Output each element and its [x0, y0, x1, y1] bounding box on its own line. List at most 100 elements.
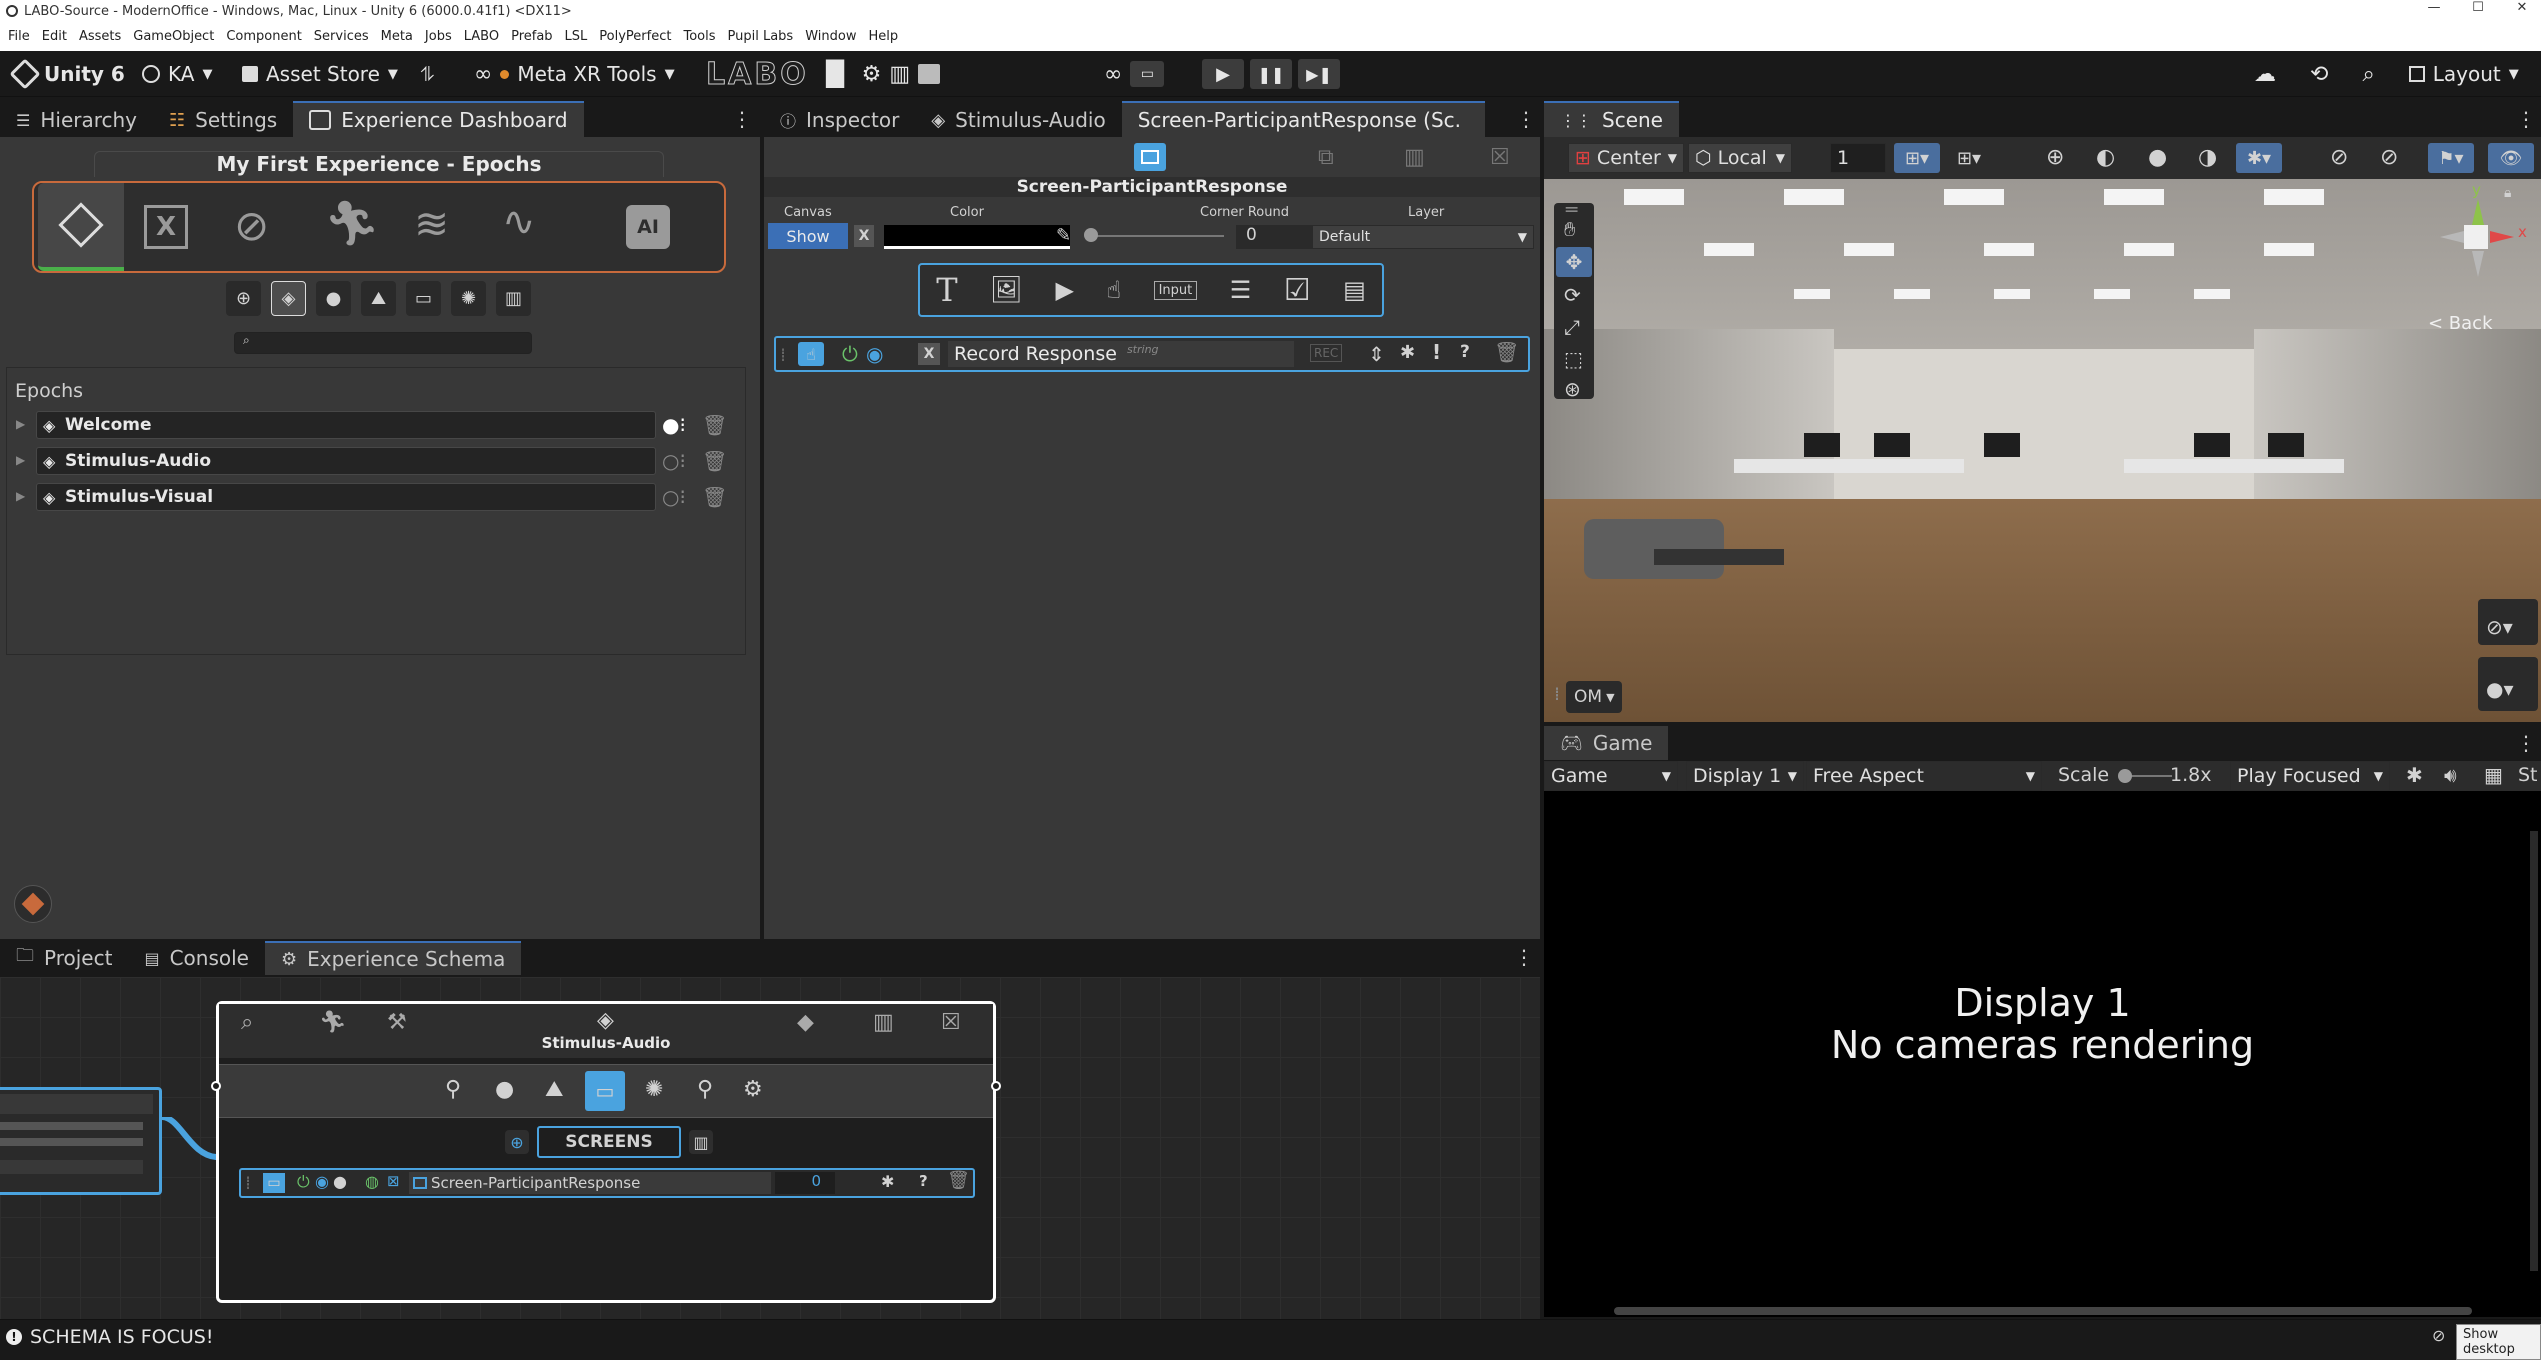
node-input-port[interactable] — [211, 1081, 221, 1091]
menu-edit[interactable]: Edit — [42, 29, 67, 44]
checkbox-element-icon[interactable]: ☑ — [1284, 273, 1311, 308]
play-button[interactable]: ▶ — [1202, 59, 1244, 89]
gizmo-y-axis[interactable] — [2472, 199, 2484, 225]
element-x-button[interactable]: X — [918, 343, 940, 365]
scale-slider-handle[interactable] — [2118, 769, 2132, 783]
pause-button[interactable]: ❚❚ — [1250, 59, 1292, 89]
color-field[interactable] — [884, 225, 1070, 249]
epochs-mode-button[interactable] — [38, 183, 124, 271]
rotate-tool-icon[interactable]: ⟳ — [1564, 283, 1581, 307]
schema-canvas[interactable]: ⌕ 🏃︎ ⚒ ◈ Stimulus-Audio ◆ ▥ ☒ ⚲ ● ⛰ ▭ ✺ … — [0, 977, 1540, 1319]
cloud-icon[interactable]: ☁ — [2254, 62, 2276, 87]
move-tool-icon[interactable]: ✥ — [1556, 247, 1592, 277]
gizmo-neg-x-axis[interactable] — [2440, 231, 2464, 243]
schema-node-stimulus-audio[interactable]: ⌕ 🏃︎ ⚒ ◈ Stimulus-Audio ◆ ▥ ☒ ⚲ ● ⛰ ▭ ✺ … — [216, 1001, 996, 1303]
pivot-dropdown[interactable]: ⊞ Center ▼ — [1568, 143, 1684, 173]
light-icon[interactable]: ✺ — [645, 1077, 663, 1102]
screen-help-button[interactable]: ? — [919, 1172, 928, 1190]
effects-icon[interactable]: ✱▾ — [2236, 143, 2282, 173]
menu-gameobject[interactable]: GameObject — [133, 29, 214, 44]
library-icon[interactable]: ▥ — [889, 62, 910, 87]
tools-icon[interactable]: ⚒ — [387, 1010, 407, 1035]
participant-icon[interactable]: ● — [333, 1172, 347, 1191]
stats-grid-icon[interactable]: ▦ — [2484, 763, 2503, 787]
screen-icon[interactable]: ▭ — [406, 281, 441, 316]
runner-icon[interactable]: 🏃︎ — [319, 1010, 347, 1035]
schema-link-icon[interactable]: ○⁝ — [662, 485, 686, 509]
menu-prefab[interactable]: Prefab — [511, 29, 552, 44]
scene-viewport[interactable]: y x 🔒︎ < Back ═ ✋︎ ✥ ⟳ ⤢ ⬚ ⊛ OM ▼ ⁞ ⊘▾ ●▾ — [1544, 179, 2541, 722]
version-control-button[interactable]: ⥮ — [420, 51, 435, 97]
gizmo-neg-y-axis[interactable] — [2472, 251, 2484, 277]
menu-window[interactable]: Window — [805, 29, 856, 44]
schema-link-icon[interactable]: ●⁝ — [662, 413, 686, 437]
schema-icon[interactable]: ⚙ — [743, 1077, 763, 1102]
drag-handle-icon[interactable]: ⁞ — [245, 1172, 251, 1194]
panel-menu-icon[interactable]: ⋮ — [2516, 107, 2536, 131]
add-icon[interactable]: ⊕ — [226, 281, 261, 316]
video-element-icon[interactable]: ▶ — [1056, 276, 1074, 304]
response-element-icon[interactable]: ☝ — [1106, 276, 1121, 304]
menu-jobs[interactable]: Jobs — [425, 29, 452, 44]
trash-icon[interactable]: 🗑︎ — [1494, 340, 1519, 364]
camera-overlay[interactable]: ⊘▾ — [2478, 599, 2538, 645]
move-arrows-icon[interactable]: ⇕ — [1368, 342, 1385, 366]
panel-menu-icon[interactable]: ⋮ — [732, 107, 752, 131]
screen-row[interactable]: ⁞ ▭ ⏻ ◉ ● ◍ ⊠ Screen-ParticipantResponse… — [239, 1168, 975, 1198]
layout-dropdown[interactable]: Layout ▼ — [2408, 62, 2519, 86]
corner-slider[interactable] — [1088, 235, 1224, 237]
tab-stimulus-audio[interactable]: ◈ Stimulus-Audio — [915, 103, 1121, 137]
participant-icon[interactable]: ● — [495, 1077, 514, 1102]
scene-icon[interactable]: ⛰ — [545, 1077, 563, 1102]
toggle-on-icon[interactable]: ⏻ — [842, 342, 858, 366]
game-vertical-scrollbar[interactable] — [2530, 831, 2538, 1271]
schema-link-icon[interactable]: ○⁝ — [662, 449, 686, 473]
lock-icon[interactable]: 🔒︎ — [2504, 185, 2511, 201]
panel-menu-icon[interactable]: ⋮ — [2516, 731, 2536, 755]
menu-labo[interactable]: LABO — [464, 29, 499, 44]
menu-meta[interactable]: Meta — [381, 29, 413, 44]
schema-node-partial[interactable] — [0, 1087, 162, 1195]
tab-experience-schema[interactable]: ⚙ Experience Schema — [264, 941, 522, 975]
layer-dropdown[interactable]: Default ▼ — [1312, 225, 1534, 249]
layers-icon[interactable]: ≋ — [414, 199, 449, 248]
audio-mute-icon[interactable]: ⊘ — [2330, 145, 2348, 170]
status-message[interactable]: SCHEMA IS FOCUS! — [30, 1326, 214, 1348]
display-dropdown[interactable]: Display 1 ▼ — [1686, 761, 1804, 791]
location-icon[interactable]: ⚲ — [697, 1077, 713, 1102]
bug-icon[interactable]: ✱ — [1400, 342, 1415, 363]
scene-back-label[interactable]: < Back — [2428, 313, 2493, 334]
menu-lsl[interactable]: LSL — [565, 29, 588, 44]
shaded-icon[interactable]: ● — [2148, 145, 2167, 170]
tab-hierarchy[interactable]: ☰ Hierarchy — [0, 103, 153, 137]
image-icon[interactable] — [918, 64, 941, 84]
panel-menu-icon[interactable]: ⋮ — [1516, 107, 1536, 131]
menu-component[interactable]: Component — [226, 29, 301, 44]
tab-scene[interactable]: ⋮⋮ Scene — [1544, 101, 1679, 137]
toggle-on-icon[interactable]: ⏻ — [297, 1172, 310, 1192]
bug-icon[interactable]: ✱ — [881, 1172, 894, 1191]
screen-order-input[interactable]: 0 — [775, 1172, 835, 1194]
account-dropdown[interactable]: KA ▼ — [142, 51, 212, 97]
space-dropdown[interactable]: ⬡ Local ▼ — [1688, 143, 1792, 173]
trash-icon[interactable]: 🗑︎ — [702, 485, 727, 509]
visibility-icon[interactable]: 👁︎ — [2488, 143, 2534, 173]
gizmo-center-cube[interactable] — [2464, 225, 2488, 249]
labo-floating-button[interactable] — [14, 885, 52, 923]
wireframe-icon[interactable]: ◐ — [2096, 145, 2115, 170]
history-icon[interactable]: ⟲ — [2310, 62, 2328, 87]
node-output-port[interactable] — [991, 1081, 1001, 1091]
overlay-menu-dropdown[interactable]: OM ▼ — [1566, 681, 1622, 713]
globe-icon[interactable]: ⊕ — [2046, 145, 2064, 170]
library-icon[interactable]: ▥ — [496, 281, 531, 316]
ai-icon[interactable]: AI — [626, 205, 670, 249]
dropdown-element-icon[interactable]: ▤ — [1343, 276, 1366, 304]
element-excl-button[interactable]: ! — [1432, 340, 1441, 364]
search-icon[interactable]: ⌕ — [2362, 62, 2374, 87]
lighting-icon[interactable]: ◑ — [2198, 145, 2217, 170]
menu-tools[interactable]: Tools — [683, 29, 715, 44]
search-icon[interactable]: ⌕ — [241, 1010, 253, 1035]
variables-icon[interactable]: ⊠ — [387, 1172, 400, 1190]
aspect-dropdown[interactable]: Free Aspect ▼ — [1806, 761, 2042, 791]
dashboard-search-input[interactable]: ⌕ — [234, 332, 532, 354]
